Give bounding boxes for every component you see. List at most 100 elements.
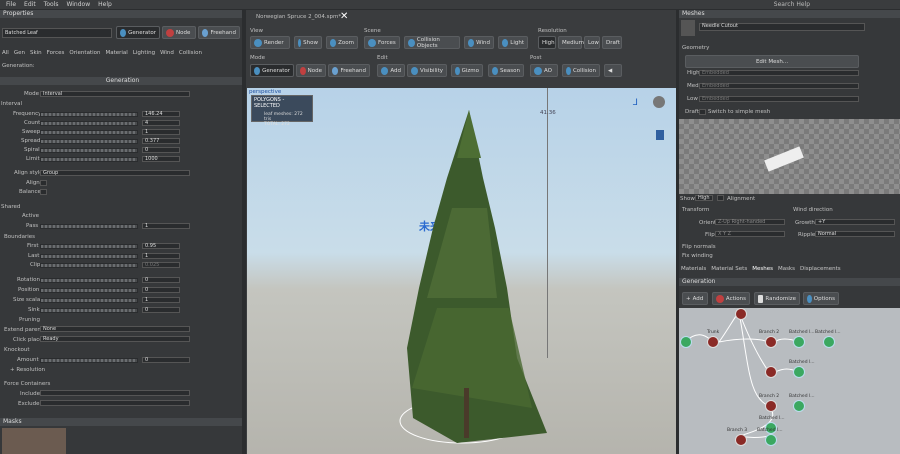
position-slider[interactable] [40,288,138,293]
size-scalar-slider[interactable] [40,298,138,303]
alignment-checkbox[interactable] [717,195,724,201]
spiral-value[interactable]: 0 [142,147,180,153]
scene-freehand-button[interactable]: Freehand [328,64,370,77]
gen-actions-button[interactable]: Actions [712,292,750,305]
scene-node-button[interactable]: Node [296,64,326,77]
forces-button[interactable]: Forces [364,36,400,49]
node-graph[interactable]: Trunk Branch 2 Batched l... Batched l...… [679,308,900,454]
position-value[interactable]: 0 [142,287,180,293]
light-button[interactable]: Light [498,36,528,49]
trunk-node[interactable] [707,336,719,348]
limit-slider[interactable] [40,157,138,162]
sweep-slider[interactable] [40,130,138,135]
clip-slider[interactable] [40,263,138,268]
sink-value[interactable]: 0 [142,307,180,313]
visibility-button[interactable]: Visibility [407,64,447,77]
batched-leaf-node-4[interactable] [793,400,805,412]
tab-material[interactable]: Material [105,50,127,56]
amount-slider[interactable] [40,358,138,363]
add-button[interactable]: Add [377,64,405,77]
resolution-toggle[interactable]: + Resolution [10,367,45,373]
branch2b-node[interactable] [765,400,777,412]
align-style-select[interactable]: Group [40,170,190,176]
sink-slider[interactable] [40,308,138,313]
tab-gen[interactable]: Gen [14,50,25,56]
include-field[interactable] [40,390,190,396]
lod-high-field[interactable]: Embedded [699,70,859,76]
tab-displacements[interactable]: Displacements [800,266,841,272]
close-tab-icon[interactable]: ✕ [340,11,348,22]
count-value[interactable]: 4 [142,120,180,126]
resolution-low-button[interactable]: Low [584,36,600,49]
3d-viewport[interactable]: perspective POLYGONS - SELECTED leaf mes… [247,88,676,454]
frequency-slider[interactable] [40,112,138,117]
limit-value[interactable]: 1000 [142,156,180,162]
orient-select[interactable]: Z-Up Right-handed [715,219,785,225]
lod-low-field[interactable]: Embedded [699,96,859,102]
clip-value[interactable]: 0.025 [142,262,180,268]
last-value[interactable]: 1 [142,253,180,259]
render-button[interactable]: Render [250,36,290,49]
tab-wind[interactable]: Wind [160,50,174,56]
gen-add-button[interactable]: + Add [682,292,708,305]
frequency-value[interactable]: 146.24 [142,111,180,117]
root-node[interactable] [680,336,692,348]
branch3-node[interactable] [735,434,747,446]
exclude-field[interactable] [40,400,190,406]
batched-leaf-node-2[interactable] [823,336,835,348]
align-checkbox[interactable] [40,180,47,186]
tab-meshes[interactable]: Meshes [752,266,773,272]
hand-icon[interactable] [681,20,695,36]
search-help[interactable]: Search Help [774,1,810,8]
show-button[interactable]: Show [294,36,322,49]
ao-button[interactable]: AO [530,64,558,77]
menu-window[interactable]: Window [66,1,90,8]
node-name-field[interactable]: Batched Leaf [2,28,112,38]
node-mode-button[interactable]: Node [162,26,196,39]
branch1-node[interactable] [735,308,747,320]
document-tab[interactable]: Norwegian Spruce 2_004.spm* [256,14,341,20]
click-place-select[interactable]: Ready [40,336,190,342]
ripple-select[interactable]: Normal [815,231,895,237]
wind-button[interactable]: Wind [464,36,494,49]
first-value[interactable]: 0.95 [142,243,180,249]
menu-edit[interactable]: Edit [24,1,36,8]
spiral-slider[interactable] [40,148,138,153]
sweep-value[interactable]: 1 [142,129,180,135]
menu-file[interactable]: File [6,1,16,8]
growth-select[interactable]: +Y [815,219,895,225]
collision-objects-button[interactable]: Collision Objects [404,36,460,49]
mesh-select[interactable]: Needle Cutout [699,23,865,31]
batched-leaf-node-3[interactable] [793,366,805,378]
lod-med-field[interactable]: Embedded [699,83,859,89]
scene-generator-button[interactable]: Generator [250,64,294,77]
last-slider[interactable] [40,254,138,259]
resolution-high-button[interactable]: High [538,36,556,49]
menu-tools[interactable]: Tools [44,1,59,8]
collision-button[interactable]: Collision [562,64,600,77]
tab-materials[interactable]: Materials [681,266,706,272]
menu-help[interactable]: Help [98,1,112,8]
batched-leaf-node-1[interactable] [793,336,805,348]
draft-checkbox[interactable] [699,109,706,115]
show-select[interactable]: High [695,195,713,201]
gen-randomize-button[interactable]: Randomize [754,292,800,305]
first-slider[interactable] [40,244,138,249]
tab-all[interactable]: All [2,50,9,56]
resolution-medium-button[interactable]: Medium [558,36,584,49]
tab-skin[interactable]: Skin [30,50,42,56]
gen-options-button[interactable]: Options [803,292,839,305]
freehand-mode-button[interactable]: Freehand [198,26,240,39]
spread-value[interactable]: 0.377 [142,138,180,144]
pass-value[interactable]: 1 [142,223,190,229]
mode-select[interactable]: Interval [40,91,190,97]
tab-collision[interactable]: Collision [179,50,202,56]
rotation-value[interactable]: 0 [142,277,180,283]
tab-masks[interactable]: Masks [778,266,795,272]
mesh-preview[interactable] [679,119,900,194]
batched-leaf-node-6[interactable] [765,434,777,446]
season-button[interactable]: Season [488,64,524,77]
branch-node[interactable] [765,366,777,378]
resolution-draft-button[interactable]: Draft [602,36,622,49]
tab-material-sets[interactable]: Material Sets [711,266,747,272]
